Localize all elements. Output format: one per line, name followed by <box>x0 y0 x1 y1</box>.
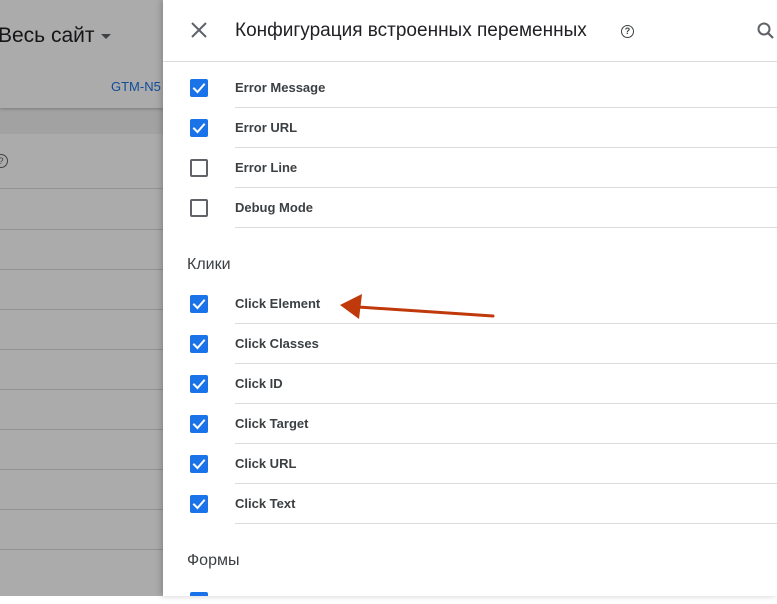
variable-row[interactable]: Error Line <box>163 148 777 188</box>
help-circle-icon[interactable]: ? <box>621 25 634 38</box>
checkbox-checked-icon[interactable] <box>190 79 208 97</box>
builtin-variables-panel: Конфигурация встроенных переменных ? Err… <box>163 0 777 596</box>
variable-label: Click Target <box>235 416 309 431</box>
checkbox-checked-icon[interactable] <box>190 119 208 137</box>
divider <box>235 227 777 228</box>
checkbox-checked-icon[interactable] <box>190 295 208 313</box>
section-title-forms: Формы <box>187 552 240 569</box>
variable-label: Debug Mode <box>235 200 313 215</box>
checkbox-unchecked-icon[interactable] <box>190 159 208 177</box>
checkbox-checked-icon[interactable] <box>190 495 208 513</box>
variable-label: Click ID <box>235 376 283 391</box>
checkbox-checked-icon[interactable] <box>190 335 208 353</box>
divider <box>235 523 777 524</box>
checkbox-checked-icon[interactable] <box>190 415 208 433</box>
variable-row[interactable]: Click Target <box>163 404 777 444</box>
variable-label: Click Element <box>235 296 321 311</box>
variable-label: Click Classes <box>235 336 319 351</box>
variable-row[interactable]: Error Message <box>163 68 777 108</box>
variable-row[interactable]: Click URL <box>163 444 777 484</box>
variable-row[interactable]: Click Classes <box>163 324 777 364</box>
checkbox-checked-icon[interactable] <box>190 375 208 393</box>
variable-row[interactable]: Click ID <box>163 364 777 404</box>
panel-title: Конфигурация встроенных переменных <box>235 20 587 41</box>
variable-label: Error Message <box>235 80 326 95</box>
close-icon[interactable] <box>189 20 209 40</box>
checkbox-unchecked-icon[interactable] <box>190 199 208 217</box>
variable-row[interactable]: Click Element <box>163 284 777 324</box>
section-title-clicks: Клики <box>187 256 231 273</box>
list-item-partial[interactable] <box>163 581 777 596</box>
checkbox-icon[interactable] <box>190 592 208 596</box>
variable-row[interactable]: Click Text <box>163 484 777 524</box>
checkbox-checked-icon[interactable] <box>190 455 208 473</box>
variable-row[interactable]: Error URL <box>163 108 777 148</box>
variable-label: Error Line <box>235 160 298 175</box>
variable-label: Click Text <box>235 496 296 511</box>
panel-header: Конфигурация встроенных переменных ? <box>163 0 777 62</box>
variable-label: Error URL <box>235 120 298 135</box>
variable-row[interactable]: Debug Mode <box>163 188 777 228</box>
variable-label: Click URL <box>235 456 297 471</box>
search-icon[interactable] <box>756 21 776 41</box>
